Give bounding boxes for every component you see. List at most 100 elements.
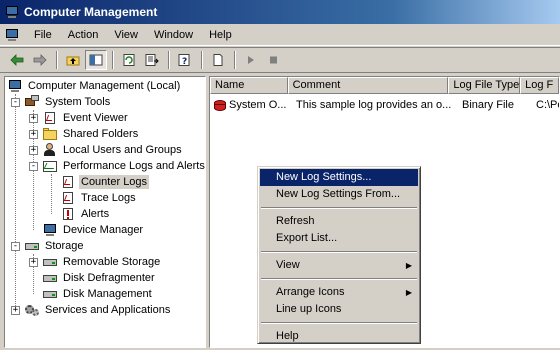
tree-node-shared-folders[interactable]: + Shared Folders — [29, 126, 140, 142]
collapse-toggle[interactable]: - — [11, 97, 20, 107]
title-bar[interactable]: Computer Management — [0, 0, 560, 24]
stop-button[interactable] — [263, 50, 285, 70]
cell-log-file-type: Binary File — [462, 99, 514, 111]
menu-view[interactable]: View — [106, 29, 146, 41]
tree-connector — [51, 174, 52, 214]
column-header-log-file[interactable]: Log F — [520, 77, 559, 94]
storage-icon — [24, 239, 40, 253]
tree-node-counter-logs[interactable]: Counter Logs — [60, 174, 150, 190]
menu-item-new-log-settings[interactable]: New Log Settings... — [260, 169, 418, 186]
new-log-settings-button[interactable] — [207, 50, 229, 70]
expand-toggle[interactable]: + — [11, 305, 20, 315]
column-header-comment[interactable]: Comment — [287, 77, 449, 94]
start-icon — [248, 56, 254, 64]
export-list-icon — [145, 54, 159, 66]
help-button[interactable]: ? — [174, 50, 196, 70]
new-log-icon — [213, 54, 223, 66]
tree-node-event-viewer[interactable]: + Event Viewer — [29, 110, 130, 126]
event-viewer-icon — [42, 111, 58, 125]
toolbox-icon — [24, 95, 40, 109]
menu-item-line-up-icons[interactable]: Line up Icons — [260, 301, 418, 318]
up-folder-icon — [66, 56, 80, 66]
tree-label: Performance Logs and Alerts — [63, 160, 205, 172]
tree-label: Services and Applications — [45, 304, 171, 316]
menu-separator — [261, 278, 417, 280]
context-menu: New Log Settings... New Log Settings Fro… — [257, 166, 421, 344]
tree-node-services-apps[interactable]: + Services and Applications — [11, 302, 172, 318]
tree-node-local-users[interactable]: + Local Users and Groups — [29, 142, 184, 158]
menu-window[interactable]: Window — [146, 29, 201, 41]
menu-item-label: View — [276, 259, 300, 271]
refresh-button[interactable] — [118, 50, 140, 70]
column-header-name[interactable]: Name — [210, 77, 288, 94]
cell-comment: This sample log provides an o... — [296, 99, 452, 111]
tree-node-perf-logs[interactable]: - Performance Logs and Alerts — [29, 158, 205, 174]
list-header: Name Comment Log File Type Log F — [210, 77, 559, 94]
menu-item-arrange-icons[interactable]: Arrange Icons ▶ — [260, 284, 418, 301]
tree-node-trace-logs[interactable]: Trace Logs — [60, 190, 138, 206]
console-tree[interactable]: Computer Management (Local) - System Too… — [4, 76, 206, 348]
disk-defragmenter-icon — [42, 271, 58, 285]
tree-label: Shared Folders — [63, 128, 139, 140]
forward-arrow-icon — [33, 54, 47, 66]
tree-node-system-tools[interactable]: - System Tools — [11, 94, 112, 110]
counter-logs-icon — [60, 175, 76, 189]
menu-action[interactable]: Action — [60, 29, 107, 41]
submenu-arrow-icon: ▶ — [405, 288, 412, 297]
performance-logs-icon — [42, 159, 58, 173]
tree-label: Local Users and Groups — [63, 144, 182, 156]
cell-log-file: C:\Pe — [536, 99, 559, 111]
tree-node-device-manager[interactable]: Device Manager — [42, 222, 145, 238]
tree-node-removable-storage[interactable]: + Removable Storage — [29, 254, 162, 270]
back-arrow-icon — [10, 54, 24, 66]
table-row[interactable]: System O... This sample log provides an … — [210, 97, 559, 113]
up-one-level-button[interactable] — [62, 50, 84, 70]
menu-item-help[interactable]: Help — [260, 328, 418, 345]
system-menu-icon[interactable] — [4, 28, 20, 42]
submenu-arrow-icon: ▶ — [405, 261, 412, 270]
tree-node-storage[interactable]: - Storage — [11, 238, 86, 254]
stop-icon — [270, 56, 277, 64]
tree-label: Device Manager — [63, 224, 144, 236]
back-button[interactable] — [6, 50, 28, 70]
menu-file[interactable]: File — [26, 29, 60, 41]
start-button[interactable] — [240, 50, 262, 70]
cell-name: System O... — [229, 99, 287, 111]
collapse-toggle[interactable]: - — [11, 241, 20, 251]
expand-toggle[interactable]: + — [29, 145, 38, 155]
collapse-toggle[interactable]: - — [29, 161, 38, 171]
svg-text:?: ? — [182, 57, 187, 66]
expand-toggle[interactable]: + — [29, 129, 38, 139]
tree-node-alerts[interactable]: Alerts — [60, 206, 111, 222]
computer-icon — [7, 79, 23, 93]
users-icon — [42, 143, 58, 157]
export-list-button[interactable] — [141, 50, 163, 70]
counter-log-icon — [212, 98, 228, 112]
window-title: Computer Management — [24, 5, 158, 19]
menu-separator — [261, 251, 417, 253]
show-hide-console-tree-button[interactable] — [85, 50, 107, 70]
menu-item-export-list[interactable]: Export List... — [260, 230, 418, 247]
disk-management-icon — [42, 287, 58, 301]
forward-button[interactable] — [29, 50, 51, 70]
tree-label: Disk Defragmenter — [63, 272, 155, 284]
tree-label: Removable Storage — [63, 256, 161, 268]
menu-item-new-log-settings-from[interactable]: New Log Settings From... — [260, 186, 418, 203]
menu-item-view[interactable]: View ▶ — [260, 257, 418, 274]
tree-label: Disk Management — [63, 288, 152, 300]
tree-label: Event Viewer — [63, 112, 128, 124]
tree-node-disk-management[interactable]: Disk Management — [42, 286, 154, 302]
tree-node-disk-defragmenter[interactable]: Disk Defragmenter — [42, 270, 157, 286]
tree-label: Counter Logs — [79, 175, 150, 189]
toolbar-separator — [56, 51, 58, 69]
device-manager-icon — [42, 223, 58, 237]
expand-toggle[interactable]: + — [29, 257, 38, 267]
refresh-icon — [123, 54, 135, 66]
toolbar-separator — [201, 51, 203, 69]
column-header-log-file-type[interactable]: Log File Type — [448, 77, 521, 94]
menu-item-refresh[interactable]: Refresh — [260, 213, 418, 230]
tree-connector — [15, 94, 16, 310]
expand-toggle[interactable]: + — [29, 113, 38, 123]
tree-node-root[interactable]: Computer Management (Local) — [7, 78, 182, 94]
menu-help[interactable]: Help — [201, 29, 240, 41]
